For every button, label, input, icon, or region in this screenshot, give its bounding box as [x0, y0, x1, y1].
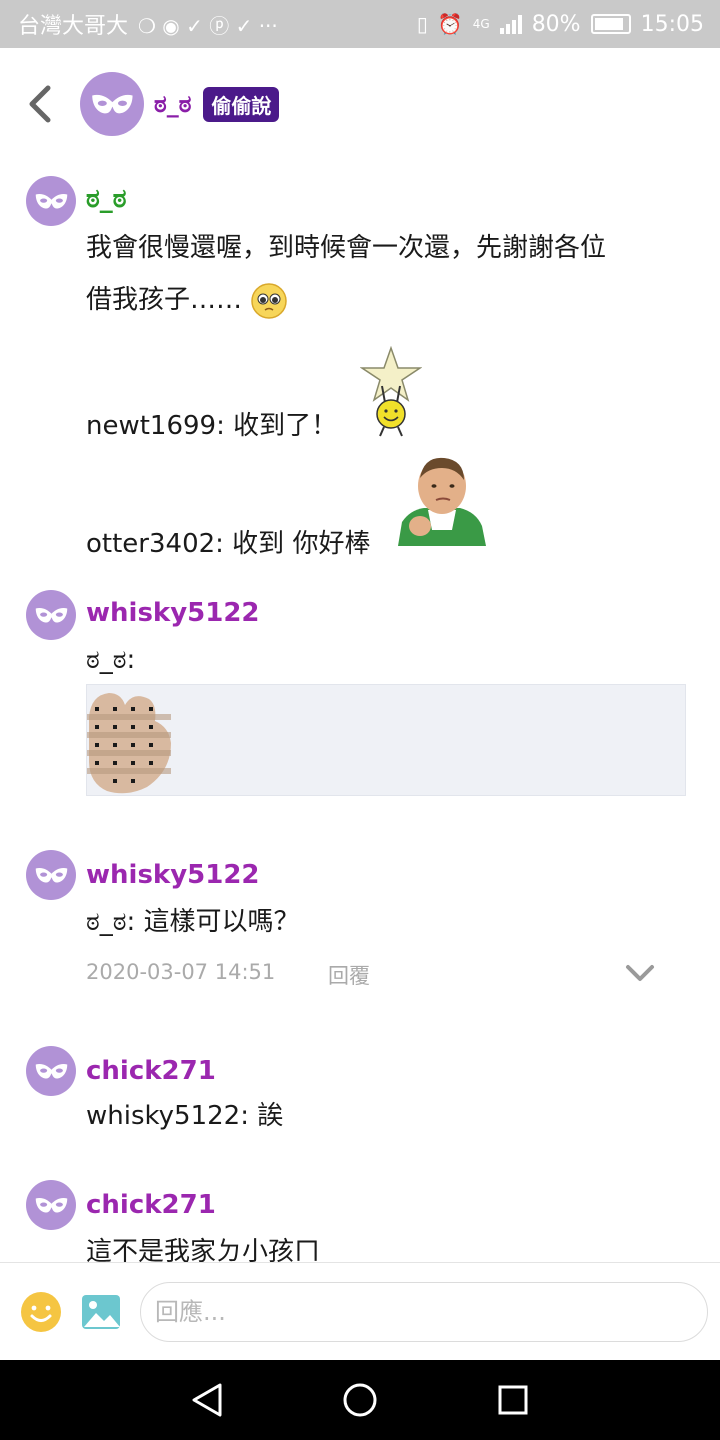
success-kid-sticker-icon: [398, 457, 486, 546]
notification-icons: ❍ ◉ ✓ ⓟ ✓ ···: [138, 13, 278, 38]
comment-username[interactable]: whisky5122: [86, 598, 260, 628]
image-icon[interactable]: [80, 1291, 122, 1333]
chevron-down-icon[interactable]: [624, 962, 656, 984]
image-attachment[interactable]: [86, 684, 686, 796]
carrier-label: 台灣大哥大: [18, 14, 129, 39]
clock: 15:05: [640, 11, 704, 37]
battery-percent: 80%: [531, 11, 581, 37]
reply-quote: otter3402: 收到 你好棒: [86, 529, 371, 559]
mask-icon: [35, 193, 67, 208]
network-label: 4G: [472, 17, 490, 31]
avatar[interactable]: [26, 1046, 76, 1096]
triangle-back-icon: [192, 1383, 222, 1417]
mask-icon: [35, 1063, 67, 1078]
reply-input[interactable]: [140, 1281, 708, 1342]
comment-text: ಠ_ಠ:: [86, 645, 136, 675]
status-bar: 台灣大哥大 ❍ ◉ ✓ ⓟ ✓ ··· ▯ ⏰ 4G 80% 15:05: [0, 0, 720, 48]
mask-icon: [35, 1197, 67, 1212]
comment-username[interactable]: chick271: [86, 1190, 216, 1220]
system-nav-bar: [0, 1360, 720, 1440]
chevron-left-icon: [29, 85, 51, 123]
square-recents-icon: [498, 1385, 528, 1415]
circle-home-icon: [343, 1383, 377, 1417]
reply-quote: newt1699: 收到了！: [86, 411, 338, 441]
reply-bar: [0, 1262, 720, 1360]
mask-icon: [91, 94, 133, 113]
comment-username[interactable]: ಠ_ಠ: [86, 184, 127, 215]
star-smiley-sticker-icon: [360, 346, 422, 437]
comment-text: whisky5122: 誒: [86, 1101, 284, 1131]
nav-back-button[interactable]: [184, 1377, 230, 1423]
signal-icon: [499, 14, 522, 34]
mask-icon: [35, 607, 67, 622]
comment-text-line: 借我孩子……: [86, 274, 288, 326]
avatar[interactable]: [26, 850, 76, 900]
avatar[interactable]: [26, 590, 76, 640]
reply-button[interactable]: 回覆: [328, 960, 370, 990]
nav-home-button[interactable]: [337, 1377, 383, 1423]
comment-text: 這不是我家ㄉ小孩ㄇ: [86, 1237, 321, 1262]
comment-timestamp: 2020-03-07 14:51: [86, 960, 276, 984]
comment-username[interactable]: chick271: [86, 1056, 216, 1086]
blurred-hand-image: [87, 693, 171, 794]
alarm-icon: ⏰: [437, 12, 463, 36]
avatar[interactable]: [80, 72, 144, 136]
comment-text: ಠ_ಠ: 這樣可以嗎？: [86, 907, 300, 937]
post-header: ಠ_ಠ 偷偷說: [0, 48, 720, 160]
avatar[interactable]: [26, 1180, 76, 1230]
battery-icon: [590, 14, 631, 34]
author-name[interactable]: ಠ_ಠ: [154, 90, 191, 118]
comment-text-part: 借我孩子……: [86, 285, 243, 315]
smiley-icon[interactable]: [20, 1291, 62, 1333]
comment-text: 我會很慢還喔，到時候會一次還，先謝謝各位: [86, 233, 607, 263]
pleading-face-icon: [251, 282, 288, 319]
comment-feed: ಠ_ಠ 我會很慢還喔，到時候會一次還，先謝謝各位 借我孩子…… newt1699…: [0, 160, 720, 1262]
nav-recents-button[interactable]: [490, 1377, 536, 1423]
comment-username[interactable]: whisky5122: [86, 860, 260, 890]
vibrate-icon: ▯: [416, 12, 428, 36]
mask-icon: [35, 867, 67, 882]
anonymous-badge: 偷偷說: [203, 86, 280, 122]
avatar[interactable]: [26, 176, 76, 226]
back-button[interactable]: [0, 48, 80, 160]
